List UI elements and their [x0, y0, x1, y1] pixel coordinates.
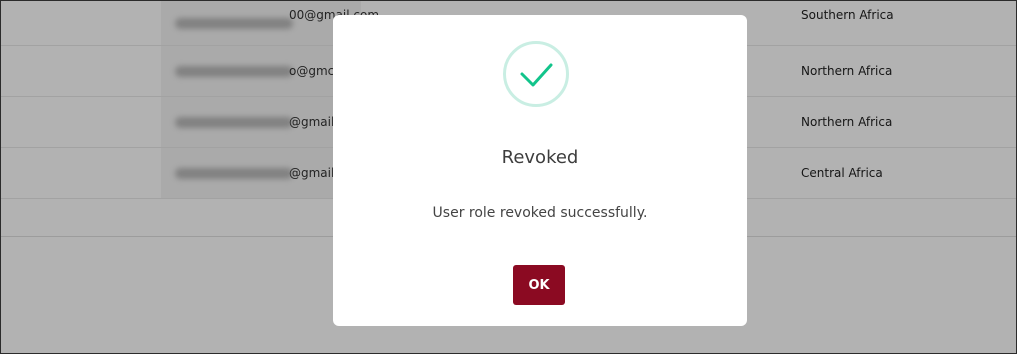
- checkmark-icon: [520, 63, 553, 87]
- success-icon-ring: [503, 41, 569, 107]
- ok-button[interactable]: OK: [513, 265, 565, 305]
- dialog-title: Revoked: [501, 147, 579, 168]
- dialog-message: User role revoked successfully.: [432, 205, 648, 221]
- success-dialog: Revoked User role revoked successfully. …: [333, 15, 747, 326]
- app-frame: 00@gmail.com Southern Africa o@gmc North…: [0, 0, 1017, 354]
